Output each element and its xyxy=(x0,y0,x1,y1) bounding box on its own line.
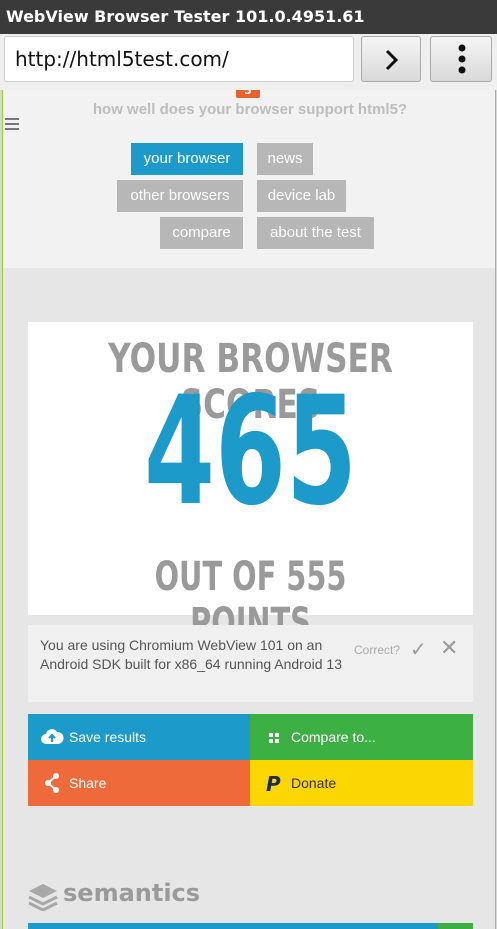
window-title: WebView Browser Tester 101.0.4951.61 xyxy=(0,0,497,34)
grid-icon xyxy=(269,733,279,743)
nav-device-lab[interactable]: device lab xyxy=(257,180,346,212)
save-results-button[interactable]: Save results xyxy=(28,714,250,760)
url-input[interactable]: http://html5test.com/ xyxy=(4,36,354,82)
reject-close-icon[interactable]: ✕ xyxy=(440,635,458,661)
compare-to-label: Compare to... xyxy=(291,729,376,745)
svg-text:P: P xyxy=(266,772,281,796)
nav-compare[interactable]: compare xyxy=(160,217,243,249)
menu-button[interactable] xyxy=(430,36,492,82)
go-button[interactable] xyxy=(361,36,421,82)
share-label: Share xyxy=(69,775,107,791)
nav-about-the-test[interactable]: about the test xyxy=(257,217,374,249)
cloud-upload-icon xyxy=(41,729,64,744)
semantics-progress-bar-end xyxy=(438,923,473,929)
tagline: how well does your browser support html5… xyxy=(92,101,408,118)
chevron-right-icon xyxy=(385,49,399,71)
score-card: YOUR BROWSER SCORES 465 OUT OF 555 POINT… xyxy=(28,322,473,646)
share-icon xyxy=(45,773,59,793)
paypal-icon: P xyxy=(266,772,281,796)
nav-other-browsers[interactable]: other browsers xyxy=(117,180,243,212)
compare-to-button[interactable]: Compare to... xyxy=(250,714,473,760)
correct-label: Correct? xyxy=(354,643,401,657)
nav-news[interactable]: news xyxy=(257,143,313,175)
share-button[interactable]: Share xyxy=(28,760,250,806)
browser-info-text: You are using Chromium WebView 101 on an… xyxy=(40,637,342,672)
url-toolbar: http://html5test.com/ xyxy=(0,34,497,90)
more-vert-icon xyxy=(458,44,466,74)
svg-text:5: 5 xyxy=(244,90,252,97)
donate-label: Donate xyxy=(291,775,337,791)
semantics-progress-bar xyxy=(28,923,438,929)
semantics-label: semantics xyxy=(63,879,201,907)
score-value: 465 xyxy=(144,365,357,539)
svg-text:HTML: HTML xyxy=(200,90,244,92)
save-results-label: Save results xyxy=(69,729,147,745)
nav-your-browser[interactable]: your browser xyxy=(131,143,243,175)
layers-icon xyxy=(28,884,58,911)
donate-button[interactable]: P Donate xyxy=(250,760,473,806)
webview[interactable]: 5 HTML TEST how well does your browser s… xyxy=(2,90,496,929)
svg-text:TEST: TEST xyxy=(266,90,305,92)
browser-info: You are using Chromium WebView 101 on an… xyxy=(28,625,473,702)
confirm-check-icon[interactable]: ✓ xyxy=(410,637,427,662)
site-header: 5 HTML TEST how well does your browser s… xyxy=(3,90,495,268)
hamburger-menu-icon[interactable] xyxy=(5,118,19,133)
